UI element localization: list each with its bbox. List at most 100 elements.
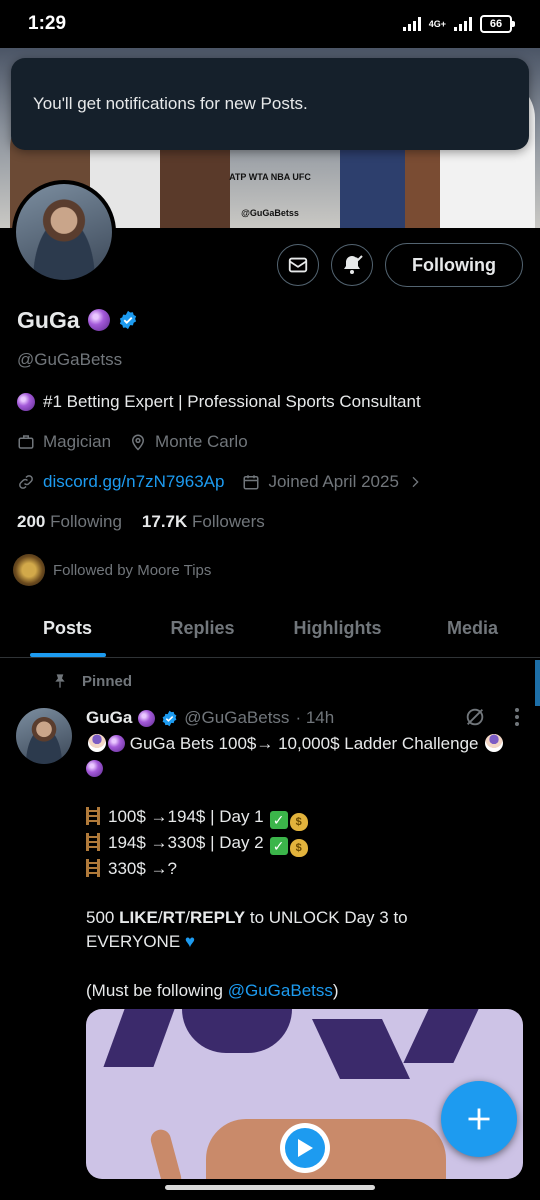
following-label: Following bbox=[50, 512, 122, 531]
cta-reply: REPLY bbox=[189, 907, 246, 927]
location: Monte Carlo bbox=[129, 432, 248, 452]
check-mark-icon: ✓ bbox=[269, 811, 288, 829]
tab-highlights[interactable]: Highlights bbox=[270, 600, 405, 657]
chevron-right-icon bbox=[412, 476, 419, 488]
plus-icon bbox=[468, 1108, 490, 1130]
notifications-button[interactable] bbox=[331, 244, 374, 286]
tab-replies[interactable]: Replies bbox=[135, 600, 270, 657]
profile-handle: @GuGaBetss bbox=[17, 350, 123, 369]
compose-button[interactable] bbox=[441, 1081, 517, 1157]
profile-avatar[interactable] bbox=[12, 180, 116, 284]
briefcase-icon bbox=[18, 435, 34, 449]
following-button[interactable]: Following bbox=[385, 243, 523, 287]
network-type: 4G+ bbox=[428, 18, 446, 29]
crystal-ball-icon bbox=[138, 709, 156, 727]
video-graphic bbox=[403, 1009, 479, 1063]
profile-info: GuGa @GuGaBetss #1 Betting Expert | Prof… bbox=[13, 300, 527, 586]
location-text: Monte Carlo bbox=[155, 432, 248, 451]
tab-posts[interactable]: Posts bbox=[0, 600, 135, 657]
video-graphic bbox=[103, 1009, 175, 1067]
following-count-link[interactable]: 200 Following bbox=[17, 512, 122, 532]
money-bag-icon: $ bbox=[289, 813, 308, 831]
tab-media[interactable]: Media bbox=[405, 600, 540, 657]
grok-icon[interactable] bbox=[464, 706, 486, 728]
pinned-indicator: Pinned bbox=[52, 672, 132, 690]
post-title: GuGa Bets 100$→ 10,000$ Ladder Challenge bbox=[129, 734, 479, 753]
bell-check-icon bbox=[344, 255, 363, 274]
toast-message: You'll get notifications for new Posts. bbox=[33, 94, 308, 113]
note-close: ) bbox=[332, 980, 339, 1000]
ladder-icon bbox=[86, 833, 100, 851]
post-title-line: GuGa Bets 100$→ 10,000$ Ladder Challenge bbox=[86, 732, 506, 781]
cta-rt: RT bbox=[162, 907, 186, 927]
battery-icon: 66 bbox=[480, 15, 515, 33]
battery-level: 66 bbox=[489, 18, 503, 30]
crystal-ball-icon bbox=[87, 309, 110, 331]
follow-counts: 200 Following 17.7K Followers bbox=[17, 512, 527, 532]
following-count: 200 bbox=[17, 512, 46, 531]
verified-badge-icon bbox=[162, 710, 177, 726]
notification-toast: You'll get notifications for new Posts. bbox=[11, 58, 529, 150]
followed-by[interactable]: Followed by Moore Tips bbox=[13, 554, 527, 586]
blue-heart-icon: ♥ bbox=[184, 932, 195, 951]
note-open: (Must be following bbox=[86, 980, 224, 1000]
cta-count: 500 bbox=[86, 907, 115, 927]
ladder-step: 100$ →194$ | Day 1 ✓ $ bbox=[86, 805, 506, 831]
post-header: GuGa @GuGaBetss · 14h bbox=[86, 708, 334, 728]
ladder-icon bbox=[86, 859, 100, 877]
more-options-icon[interactable] bbox=[514, 707, 520, 727]
check-mark-icon: ✓ bbox=[269, 837, 288, 855]
website[interactable]: discord.gg/n7zN7963Ap bbox=[17, 472, 224, 492]
name-row: GuGa bbox=[17, 300, 527, 340]
occupation: Magician bbox=[17, 432, 111, 452]
post-author-name[interactable]: GuGa bbox=[86, 708, 132, 728]
video-graphic bbox=[182, 1009, 292, 1053]
money-bag-icon: $ bbox=[289, 839, 308, 857]
cta-like: LIKE bbox=[119, 907, 158, 927]
followers-label: Followers bbox=[192, 512, 265, 531]
profile-meta-2: discord.gg/n7zN7963Ap Joined April 2025 bbox=[17, 472, 527, 492]
followers-count: 17.7K bbox=[141, 512, 188, 531]
crystal-ball-icon bbox=[86, 759, 103, 777]
play-icon bbox=[285, 1128, 325, 1168]
verified-badge-icon[interactable] bbox=[118, 310, 138, 330]
message-button[interactable] bbox=[277, 244, 320, 286]
post-author-avatar[interactable] bbox=[16, 708, 72, 764]
ladder-step: 330$ →? bbox=[86, 857, 506, 882]
profile-name: GuGa bbox=[17, 306, 80, 333]
pin-icon bbox=[55, 674, 65, 688]
ladder-icon bbox=[86, 807, 100, 825]
play-button[interactable] bbox=[280, 1123, 330, 1173]
website-link[interactable]: discord.gg/n7zN7963Ap bbox=[43, 472, 224, 492]
post-cta: 500 LIKE/RT/REPLY to UNLOCK Day 3 to EVE… bbox=[86, 907, 408, 952]
pinned-label: Pinned bbox=[82, 672, 133, 690]
status-indicators: 4G+ 66 bbox=[402, 15, 515, 33]
cell-signal-icon bbox=[454, 17, 472, 31]
profile-actions: Following bbox=[277, 243, 523, 287]
joined-text: Joined April 2025 bbox=[268, 472, 399, 491]
wizard-emoji-icon bbox=[88, 734, 106, 752]
video-athlete bbox=[148, 1127, 184, 1179]
calendar-icon bbox=[243, 475, 259, 490]
bio-text: #1 Betting Expert | Professional Sports … bbox=[43, 392, 421, 411]
mention-link[interactable]: @GuGaBetss bbox=[228, 981, 333, 1000]
video-graphic bbox=[312, 1019, 410, 1079]
ladder-step: 194$ →330$ | Day 2 ✓ $ bbox=[86, 831, 506, 857]
home-indicator[interactable] bbox=[165, 1185, 375, 1190]
post-time: · 14h bbox=[295, 708, 335, 727]
crystal-ball-icon bbox=[17, 393, 35, 411]
wifi-signal-icon bbox=[402, 17, 421, 31]
status-bar: 1:29 4G+ 66 bbox=[0, 0, 540, 48]
mail-icon bbox=[288, 257, 308, 273]
ladder-step-text: 194$ →330$ | Day 2 bbox=[108, 833, 264, 852]
occupation-text: Magician bbox=[43, 432, 112, 451]
join-date[interactable]: Joined April 2025 bbox=[242, 472, 422, 492]
followers-count-link[interactable]: 17.7K Followers bbox=[142, 512, 265, 532]
location-pin-icon bbox=[132, 434, 145, 451]
post-note: (Must be following @GuGaBetss) bbox=[86, 979, 506, 1004]
ladder-step-text: 330$ →? bbox=[108, 859, 177, 878]
link-icon bbox=[19, 475, 33, 489]
followed-by-text: Followed by Moore Tips bbox=[53, 561, 212, 579]
wizard-emoji-icon bbox=[485, 734, 504, 752]
profile-bio: #1 Betting Expert | Professional Sports … bbox=[17, 392, 527, 412]
